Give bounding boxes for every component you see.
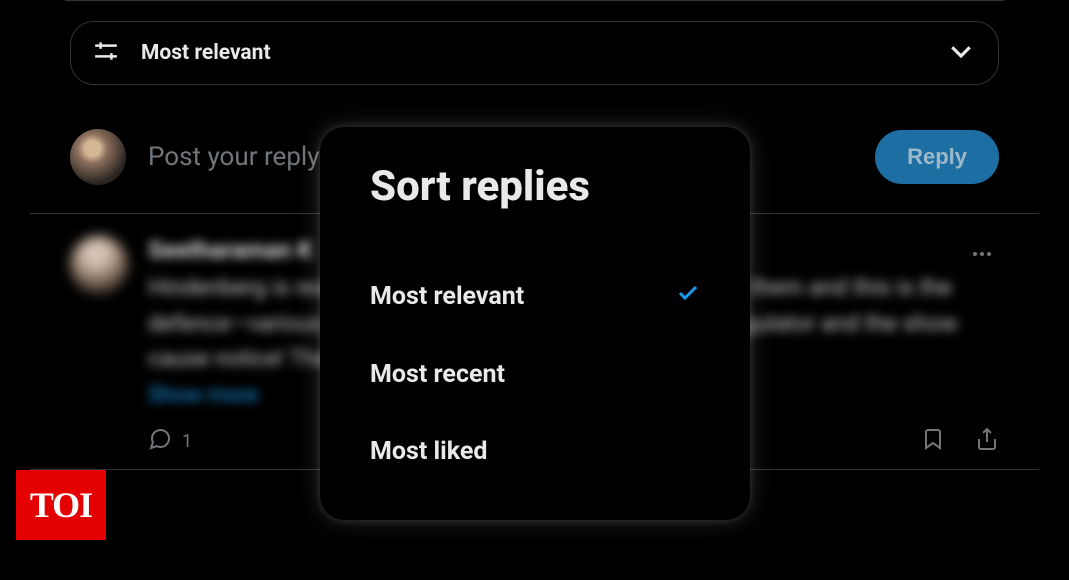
modal-title: Sort replies xyxy=(370,162,700,211)
check-icon xyxy=(676,281,700,312)
avatar[interactable] xyxy=(70,129,126,185)
sort-option-most-liked[interactable]: Most liked xyxy=(370,413,700,490)
reply-button[interactable]: Reply xyxy=(875,130,999,184)
share-icon xyxy=(975,427,999,456)
divider xyxy=(65,0,1004,1)
speech-bubble-icon xyxy=(148,427,172,456)
more-options-button[interactable] xyxy=(970,242,994,270)
toi-badge: TOI xyxy=(16,470,106,540)
option-label: Most recent xyxy=(370,360,505,389)
bookmark-action[interactable] xyxy=(921,427,945,456)
chevron-down-icon xyxy=(946,36,976,70)
sort-label: Most relevant xyxy=(141,41,271,65)
option-label: Most relevant xyxy=(370,282,524,311)
bookmark-icon xyxy=(921,427,945,456)
reply-count: 1 xyxy=(182,431,192,452)
reply-avatar[interactable] xyxy=(70,236,128,294)
reply-action[interactable]: 1 xyxy=(148,427,192,456)
dots-icon xyxy=(970,251,994,270)
option-label: Most liked xyxy=(370,437,487,466)
share-action[interactable] xyxy=(975,427,999,456)
sort-option-most-recent[interactable]: Most recent xyxy=(370,336,700,413)
sort-option-most-relevant[interactable]: Most relevant xyxy=(370,257,700,336)
sort-dropdown-bar[interactable]: Most relevant xyxy=(70,21,999,85)
sort-replies-modal: Sort replies Most relevant Most recent M… xyxy=(320,127,750,520)
sliders-icon xyxy=(93,38,119,68)
